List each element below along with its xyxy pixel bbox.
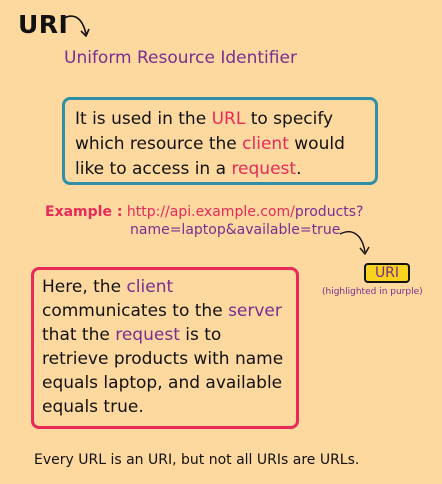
uri-badge: URI [364, 263, 410, 283]
example-line-1: Example : http://api.example.com/product… [45, 202, 363, 222]
client-highlight: client [242, 134, 289, 154]
curved-arrow-icon [60, 15, 90, 37]
example-url-host: http://api.example.com/ [126, 204, 295, 220]
definition-text-1: It is used in the [75, 109, 212, 129]
subtitle: Uniform Resource Identifier [64, 48, 297, 68]
explanation-text-3: that the [42, 325, 116, 345]
request-highlight: request [231, 159, 297, 179]
uri-badge-note: (highlighted in purple) [322, 287, 423, 297]
server-highlight: server [228, 301, 282, 321]
definition-box: It is used in the URL to specify which r… [62, 97, 378, 185]
footer-note: Every URL is an URI, but not all URIs ar… [34, 452, 360, 468]
example-label: Example : [45, 204, 123, 220]
explanation-text-2: communicates to the [42, 301, 229, 321]
request-highlight: request [115, 325, 180, 345]
curved-arrow-icon [339, 231, 370, 255]
client-highlight: client [126, 277, 174, 297]
explanation-box: Here, the client communicates to the ser… [31, 267, 299, 429]
example-url-path: products? [294, 204, 364, 220]
example-url-query: name=laptop&available=true [130, 222, 341, 238]
url-highlight: URL [211, 109, 246, 129]
explanation-text-1: Here, the [42, 277, 127, 297]
definition-text-4: . [296, 159, 302, 179]
